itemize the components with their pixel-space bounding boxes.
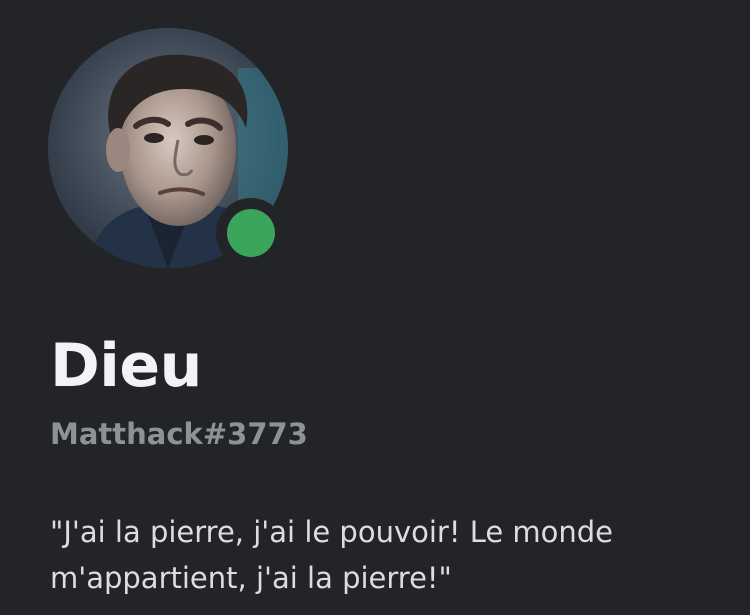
username-tag: Matthack#3773 [50, 417, 308, 451]
user-profile-card: Dieu Matthack#3773 "J'ai la pierre, j'ai… [0, 0, 750, 615]
avatar-container[interactable] [48, 28, 288, 268]
status-indicator [216, 198, 286, 268]
profile-bio: "J'ai la pierre, j'ai le pouvoir! Le mon… [50, 515, 614, 595]
online-status-icon [227, 209, 275, 257]
display-name: Dieu [50, 331, 202, 401]
